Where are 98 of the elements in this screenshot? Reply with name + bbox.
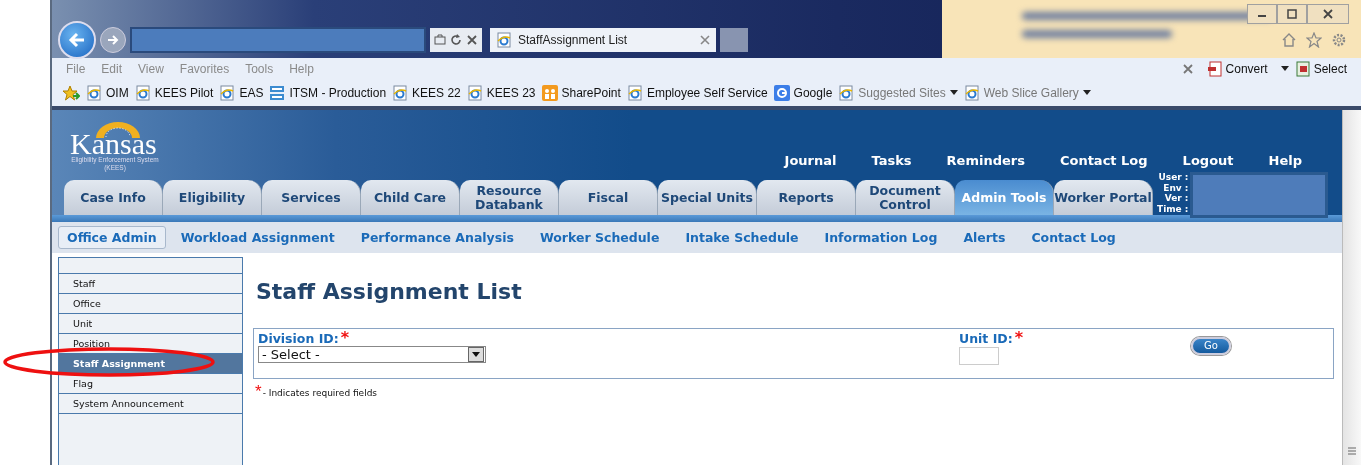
nav-tab[interactable]: Worker Portal [1054, 180, 1153, 215]
refresh-icon [450, 34, 462, 46]
page-icon [86, 85, 102, 101]
subnav-link[interactable]: Contact Log [1030, 226, 1117, 249]
favorite-link[interactable]: Google [773, 85, 833, 101]
favorite-link[interactable]: KEES Pilot [134, 85, 214, 101]
required-mark: * [255, 385, 262, 398]
header-link[interactable]: Reminders [946, 153, 1025, 168]
page-icon [963, 85, 980, 101]
settings-icon [1331, 32, 1347, 48]
page-icon [838, 85, 855, 101]
subnav-link[interactable]: Worker Schedule [538, 226, 661, 249]
grid-icon [269, 85, 286, 101]
info-label: Ver : [1164, 193, 1189, 204]
subnav-link[interactable]: Information Log [823, 226, 939, 249]
caret-icon [472, 352, 480, 357]
subnav-link[interactable]: Alerts [962, 226, 1007, 249]
forward-button[interactable] [100, 27, 126, 53]
subnav-link[interactable]: Intake Schedule [684, 226, 800, 249]
back-arrow-icon [67, 30, 87, 50]
favorites-star-icon [62, 85, 80, 101]
close-button[interactable] [1307, 4, 1349, 24]
favorite-link[interactable]: Employee Self Service [626, 85, 768, 101]
page-title: Staff Assignment List [256, 279, 523, 304]
document-icon [1206, 61, 1223, 77]
sidebar-item[interactable]: System Announcement [59, 394, 242, 414]
page-icon [392, 85, 409, 101]
field-label: Unit ID:* [959, 331, 1025, 346]
favorite-link[interactable]: Suggested Sites [838, 85, 958, 101]
minimize-button[interactable] [1247, 4, 1277, 24]
caret-icon [1082, 90, 1091, 96]
subnav-link[interactable]: Workload Assignment [179, 226, 336, 249]
sidebar-item[interactable]: Unit [59, 314, 242, 334]
favorite-link[interactable]: SharePoint [541, 85, 621, 101]
browser-tab[interactable]: StaffAssignment List [490, 28, 716, 52]
nav-tab[interactable]: Eligibility [163, 180, 262, 215]
nav-tab[interactable]: Special Units [658, 180, 757, 215]
search-provider-icon [773, 85, 790, 101]
close-icon [700, 35, 710, 45]
header-link[interactable]: Help [1268, 153, 1302, 168]
header-link[interactable]: Contact Log [1059, 153, 1148, 168]
nav-tab[interactable]: Fiscal [559, 180, 658, 215]
favorite-link[interactable]: KEES 23 [466, 85, 536, 101]
page-icon [626, 85, 643, 101]
address-field[interactable] [130, 27, 426, 53]
page-icon [219, 85, 236, 101]
required-mark: * [340, 331, 350, 344]
scrollbar[interactable] [1342, 110, 1361, 465]
close-icon [1323, 9, 1333, 19]
subnav-link[interactable]: Performance Analysis [359, 226, 515, 249]
header-link[interactable]: Journal [784, 153, 837, 168]
page-icon [134, 85, 151, 101]
back-button[interactable] [58, 21, 96, 59]
subnav-link[interactable]: Office Admin [58, 226, 166, 249]
close-icon [1182, 64, 1193, 74]
people-icon [541, 85, 558, 101]
favorite-link[interactable]: EAS [219, 85, 264, 101]
caret-icon [1280, 66, 1289, 72]
sidebar-item[interactable]: Staff Assignment [59, 354, 242, 374]
close-icon [466, 34, 478, 46]
toolbar-button[interactable]: Convert [1206, 61, 1289, 77]
forward-arrow-icon [106, 33, 120, 47]
nav-tab[interactable]: Child Care [361, 180, 460, 215]
compatibility-icon [434, 34, 446, 46]
go-button[interactable]: Go [1191, 336, 1231, 355]
favorite-link[interactable]: ITSM - Production [269, 85, 387, 101]
caret-icon [949, 90, 958, 96]
favorite-link[interactable]: Web Slice Gallery [963, 85, 1091, 101]
dropdown-field[interactable]: - Select - [258, 346, 486, 363]
field-label: Division ID:* [258, 331, 351, 346]
nav-tab[interactable]: Reports [757, 180, 856, 215]
nav-tab[interactable]: Document Control [856, 180, 955, 215]
document-icon [1294, 61, 1311, 77]
header-link[interactable]: Logout [1182, 153, 1234, 168]
page-icon [466, 85, 483, 101]
favorite-link[interactable]: OIM [86, 85, 129, 101]
home-icon [1281, 32, 1297, 48]
header-link[interactable]: Tasks [871, 153, 912, 168]
nav-tab[interactable]: Services [262, 180, 361, 215]
sidebar-item[interactable]: Staff [59, 274, 242, 294]
page-icon [496, 32, 512, 48]
info-label: Env : [1163, 182, 1189, 193]
maximize-icon [1287, 9, 1297, 19]
favorite-link[interactable]: KEES 22 [392, 85, 461, 101]
input-field[interactable] [959, 347, 999, 365]
star-icon [1306, 32, 1322, 48]
info-label: User : [1158, 172, 1189, 183]
required-mark: * [1014, 331, 1024, 344]
grip-icon [1348, 447, 1356, 455]
logo-title: Kansas [70, 132, 157, 156]
info-label: Time : [1157, 203, 1189, 214]
maximize-button[interactable] [1277, 4, 1307, 24]
nav-tab[interactable]: Resource Databank [460, 180, 559, 215]
sidebar-item[interactable]: Office [59, 294, 242, 314]
nav-tab[interactable]: Case Info [64, 180, 163, 215]
required-note: - Indicates required fields [262, 388, 378, 398]
toolbar-button[interactable]: Select [1294, 61, 1347, 77]
sidebar-item[interactable]: Flag [59, 374, 242, 394]
